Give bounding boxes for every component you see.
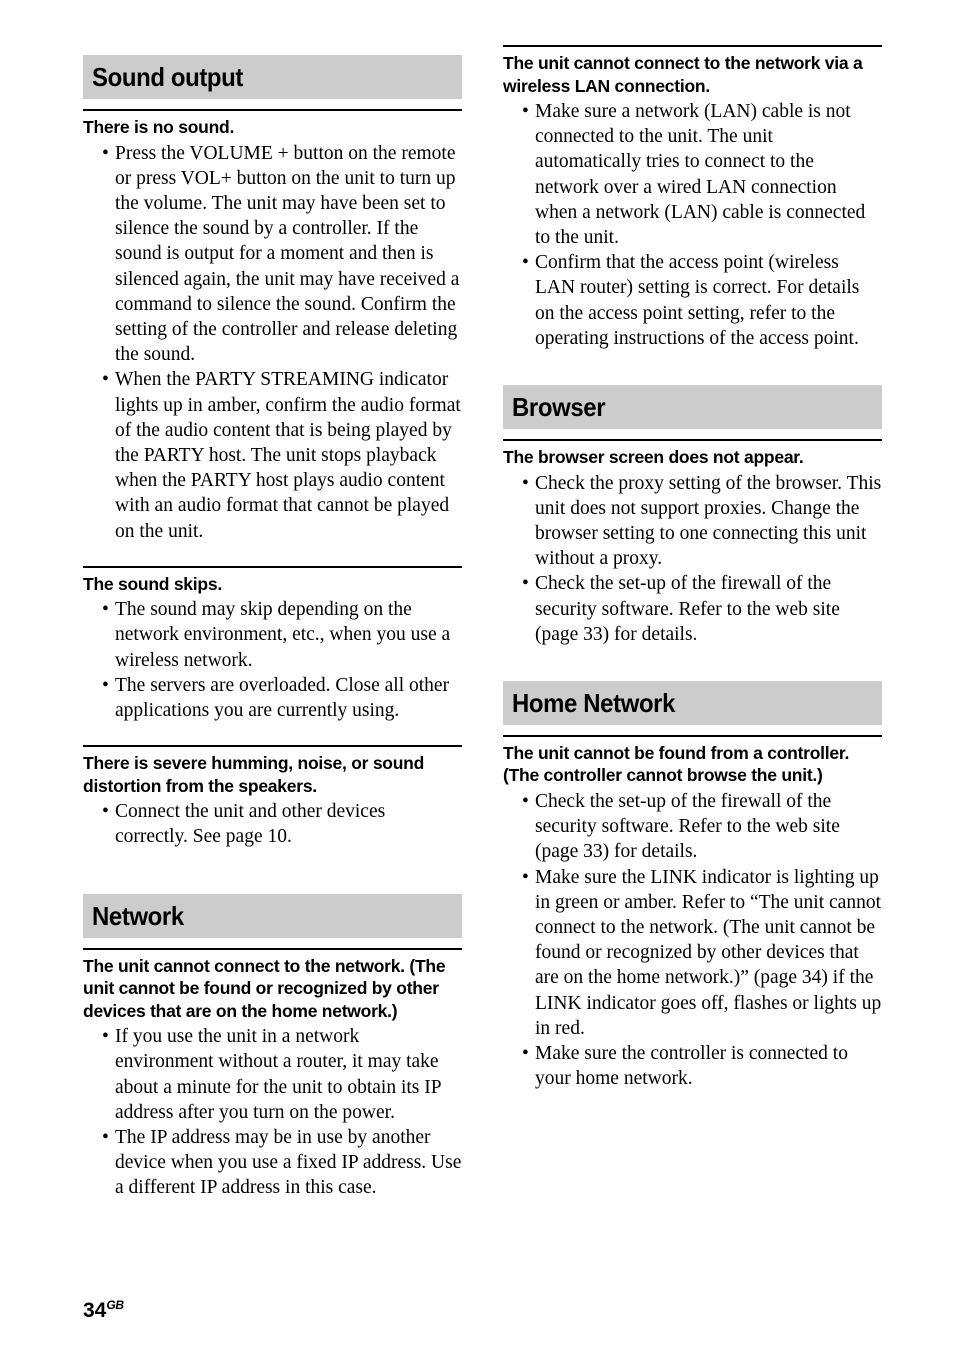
topic-heading-there-is-no-sound: There is no sound. <box>83 109 462 139</box>
bullet-list: Press the VOLUME + button on the remote … <box>83 141 462 544</box>
page-number-suffix: GB <box>106 1298 124 1312</box>
list-item: The IP address may be in use by another … <box>102 1125 462 1201</box>
topic-heading-the-sound-skips: The sound skips. <box>83 565 462 596</box>
bullet-list: Make sure a network (LAN) cable is not c… <box>503 99 882 351</box>
list-item: The sound may skip depending on the netw… <box>102 597 462 673</box>
manual-page: Sound output There is no sound. Press th… <box>0 0 954 1352</box>
section-title: Home Network <box>512 687 676 718</box>
topic-heading-browser-screen-not-appear: The browser screen does not appear. <box>503 439 882 469</box>
topic-heading-cannot-connect-to-network: The unit cannot connect to the network. … <box>83 947 462 1023</box>
page-number-value: 34 <box>83 1299 107 1322</box>
list-item: Press the VOLUME + button on the remote … <box>102 141 462 368</box>
page-number: 34GB <box>83 1295 124 1321</box>
topic-heading-humming-noise-distortion: There is severe humming, noise, or sound… <box>83 745 462 797</box>
topic-heading-unit-not-found-from-controller: The unit cannot be found from a controll… <box>503 734 882 787</box>
bullet-list: Check the set-up of the firewall of the … <box>503 789 882 1091</box>
list-item: Check the set-up of the firewall of the … <box>522 571 882 647</box>
list-item: Make sure a network (LAN) cable is not c… <box>522 99 882 250</box>
section-title: Sound output <box>92 62 244 92</box>
list-item: Make sure the LINK indicator is lighting… <box>522 865 882 1041</box>
section-banner-browser: Browser <box>503 385 882 430</box>
section-title: Browser <box>512 392 606 423</box>
list-item: When the PARTY STREAMING indicator light… <box>102 367 462 543</box>
list-item: Check the proxy setting of the browser. … <box>522 471 882 572</box>
section-title: Network <box>92 900 184 931</box>
list-item: Make sure the controller is connected to… <box>522 1041 882 1091</box>
list-item: Check the set-up of the firewall of the … <box>522 789 882 865</box>
section-banner-network: Network <box>83 893 462 938</box>
list-item: The servers are overloaded. Close all ot… <box>102 673 462 723</box>
bullet-list: The sound may skip depending on the netw… <box>83 597 462 723</box>
left-column: Sound output There is no sound. Press th… <box>83 55 462 1201</box>
topic-heading-wireless-lan-connection: The unit cannot connect to the network v… <box>503 45 882 97</box>
bullet-list: If you use the unit in a network environ… <box>83 1024 462 1200</box>
list-item: If you use the unit in a network environ… <box>102 1024 462 1125</box>
right-column: The unit cannot connect to the network v… <box>503 45 882 1091</box>
section-banner-home-network: Home Network <box>503 680 882 725</box>
list-item: Confirm that the access point (wireless … <box>522 250 882 351</box>
bullet-list: Check the proxy setting of the browser. … <box>503 471 882 647</box>
section-banner-sound-output: Sound output <box>83 55 462 99</box>
list-item: Connect the unit and other devices corre… <box>102 799 462 849</box>
bullet-list: Connect the unit and other devices corre… <box>83 799 462 849</box>
